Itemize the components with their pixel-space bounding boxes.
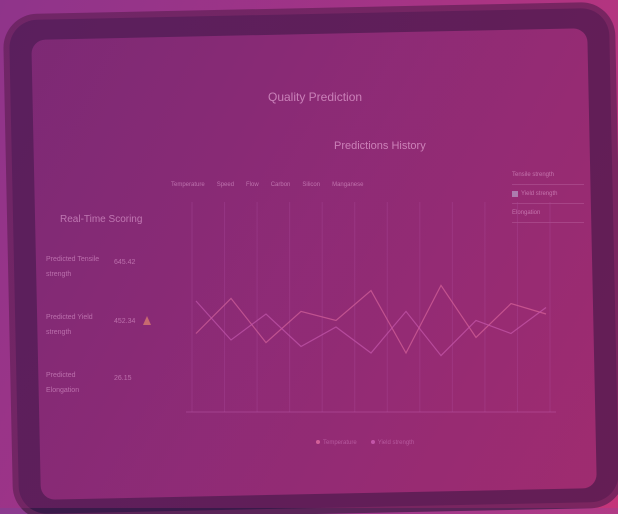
- metric-value-elongation: 26.15: [114, 375, 132, 382]
- legend-label: Yield strength: [521, 191, 558, 197]
- legend-dot-icon: [370, 440, 375, 444]
- metric-value-tensile: 645.42: [114, 259, 136, 266]
- tab-manganese[interactable]: Manganese: [331, 180, 364, 190]
- metric-label-line: Predicted: [46, 372, 76, 379]
- legend-dot-icon: [316, 440, 320, 444]
- history-title: Predictions History: [334, 140, 426, 152]
- legend-label: Yield strength: [377, 440, 415, 446]
- history-line-chart: [186, 202, 556, 413]
- app-title: Quality Prediction: [268, 90, 363, 104]
- scoring-title: Real-Time Scoring: [60, 214, 143, 225]
- metric-label-line: Elongation: [46, 387, 80, 394]
- metric-label-line: strength: [46, 271, 72, 278]
- series-line-1: [195, 300, 547, 357]
- tab-flow[interactable]: Flow: [245, 180, 260, 190]
- history-tabs: Temperature Speed Flow Carbon Silicon Ma…: [170, 180, 364, 190]
- chart-legend-item[interactable]: Temperature: [316, 440, 357, 446]
- metric-label-line: strength: [46, 329, 72, 336]
- series-line-0: [195, 284, 547, 355]
- legend-item-tensile[interactable]: Tensile strength: [512, 166, 584, 185]
- metric-label-line: Predicted Yield: [46, 314, 93, 321]
- checkbox-icon[interactable]: [512, 191, 518, 197]
- chart-legend: Temperature Yield strength: [316, 440, 414, 446]
- chart-legend-item[interactable]: Yield strength: [370, 440, 415, 446]
- legend-label: Tensile strength: [512, 172, 555, 178]
- metric-label-line: Predicted Tensile: [46, 256, 100, 263]
- metric-value-yield: 452.34: [114, 318, 136, 325]
- tab-speed[interactable]: Speed: [216, 180, 235, 190]
- metric-label-yield: Predicted Yield strength: [46, 310, 93, 340]
- legend-label: Temperature: [323, 440, 357, 446]
- tab-temperature[interactable]: Temperature: [170, 180, 206, 190]
- metric-label-tensile: Predicted Tensile strength: [46, 252, 99, 282]
- tab-silicon[interactable]: Silicon: [301, 180, 321, 190]
- warning-icon: [143, 316, 151, 325]
- tab-carbon[interactable]: Carbon: [270, 180, 292, 190]
- metric-label-elongation: Predicted Elongation: [46, 368, 79, 398]
